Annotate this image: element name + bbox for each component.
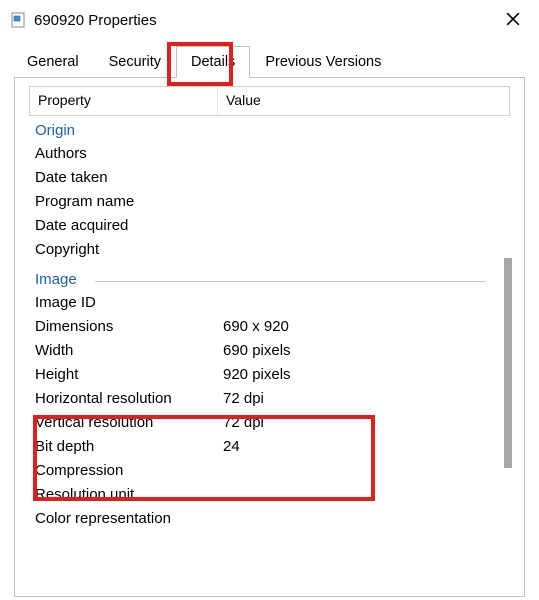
prop-label: Copyright (35, 241, 223, 258)
details-panel: Property Value Origin Authors Date taken… (14, 77, 525, 597)
table-row[interactable]: Dimensions 690 x 920 (29, 314, 510, 338)
file-icon (10, 12, 26, 28)
prop-value (223, 510, 504, 527)
prop-value: 920 pixels (223, 366, 504, 383)
table-row[interactable]: Image ID (29, 290, 510, 314)
prop-label: Dimensions (35, 318, 223, 335)
prop-label: Compression (35, 462, 223, 479)
prop-value (223, 294, 504, 311)
prop-value: 24 (223, 438, 504, 455)
prop-value (223, 486, 504, 503)
tab-strip: General Security Details Previous Versio… (0, 40, 539, 78)
prop-label: Color representation (35, 510, 223, 527)
section-origin: Origin (29, 118, 510, 141)
prop-label: Resolution unit (35, 486, 223, 503)
prop-label: Image ID (35, 294, 223, 311)
grid-body: Origin Authors Date taken Program name D… (29, 116, 510, 576)
table-row[interactable]: Authors (29, 141, 510, 165)
prop-label: Height (35, 366, 223, 383)
table-row[interactable]: Program name (29, 189, 510, 213)
tab-security[interactable]: Security (94, 46, 176, 78)
table-row[interactable]: Horizontal resolution 72 dpi (29, 386, 510, 410)
close-icon[interactable] (499, 10, 527, 31)
prop-label: Horizontal resolution (35, 390, 223, 407)
prop-label: Date taken (35, 169, 223, 186)
prop-label: Vertical resolution (35, 414, 223, 431)
prop-value: 72 dpi (223, 414, 504, 431)
scrollbar-thumb[interactable] (504, 258, 512, 468)
section-divider (95, 281, 486, 282)
property-grid: Property Value Origin Authors Date taken… (17, 86, 522, 600)
titlebar: 690920 Properties (0, 0, 539, 40)
tab-previous-versions[interactable]: Previous Versions (250, 46, 396, 78)
prop-value (223, 193, 504, 210)
table-row[interactable]: Bit depth 24 (29, 434, 510, 458)
table-row[interactable]: Color representation (29, 506, 510, 530)
prop-label: Date acquired (35, 217, 223, 234)
header-value[interactable]: Value (218, 87, 509, 115)
prop-value: 72 dpi (223, 390, 504, 407)
prop-value (223, 145, 504, 162)
section-image: Image (29, 267, 510, 290)
table-row[interactable]: Width 690 pixels (29, 338, 510, 362)
tab-general[interactable]: General (12, 46, 94, 78)
header-property[interactable]: Property (30, 87, 218, 115)
table-row[interactable]: Date acquired (29, 213, 510, 237)
prop-value (223, 169, 504, 186)
prop-value (223, 217, 504, 234)
prop-label: Width (35, 342, 223, 359)
prop-value (223, 241, 504, 258)
table-row[interactable]: Resolution unit (29, 482, 510, 506)
prop-label: Authors (35, 145, 223, 162)
tab-details[interactable]: Details (176, 46, 250, 78)
table-row[interactable]: Compression (29, 458, 510, 482)
window-title: 690920 Properties (34, 12, 499, 29)
table-row[interactable]: Height 920 pixels (29, 362, 510, 386)
prop-value (223, 462, 504, 479)
table-row[interactable]: Vertical resolution 72 dpi (29, 410, 510, 434)
prop-label: Program name (35, 193, 223, 210)
prop-label: Bit depth (35, 438, 223, 455)
table-row[interactable]: Copyright (29, 237, 510, 261)
prop-value: 690 pixels (223, 342, 504, 359)
grid-header: Property Value (29, 86, 510, 116)
table-row[interactable]: Date taken (29, 165, 510, 189)
prop-value: 690 x 920 (223, 318, 504, 335)
